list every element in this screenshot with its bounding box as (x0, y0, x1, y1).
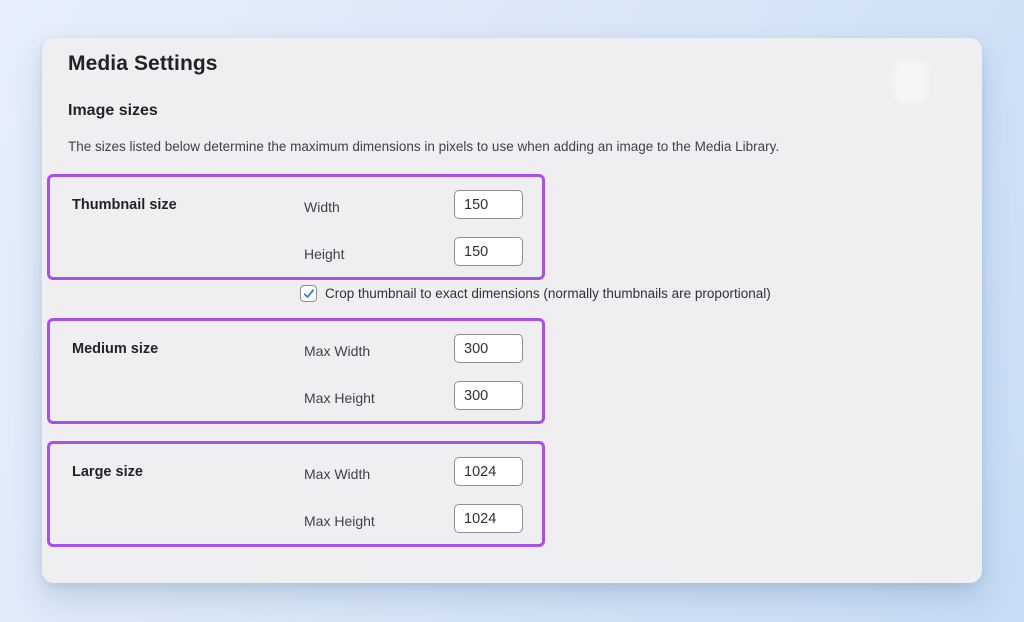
section-description: The sizes listed below determine the max… (68, 139, 779, 154)
media-settings-card: Media Settings Image sizes The sizes lis… (42, 38, 982, 583)
medium-max-height-input[interactable] (454, 381, 523, 410)
page-background: Media Settings Image sizes The sizes lis… (0, 0, 1024, 622)
medium-size-label: Medium size (72, 341, 158, 357)
large-size-label: Large size (72, 464, 143, 480)
crop-thumbnail-row: Crop thumbnail to exact dimensions (norm… (300, 283, 771, 303)
faded-watermark (893, 60, 927, 102)
checkmark-icon (303, 288, 315, 300)
medium-max-width-input[interactable] (454, 334, 523, 363)
thumbnail-size-group: Thumbnail size Width Height (47, 174, 545, 280)
section-heading-image-sizes: Image sizes (68, 102, 158, 120)
medium-max-height-label: Max Height (304, 390, 375, 406)
crop-checkbox-label: Crop thumbnail to exact dimensions (norm… (325, 286, 771, 301)
thumbnail-width-input[interactable] (454, 190, 523, 219)
thumbnail-size-label: Thumbnail size (72, 197, 177, 213)
medium-size-group: Medium size Max Width Max Height (47, 318, 545, 424)
thumbnail-height-label: Height (304, 246, 344, 262)
large-max-width-label: Max Width (304, 466, 370, 482)
medium-max-width-label: Max Width (304, 343, 370, 359)
large-max-width-input[interactable] (454, 457, 523, 486)
page-title: Media Settings (68, 52, 218, 76)
thumbnail-height-input[interactable] (454, 237, 523, 266)
large-max-height-label: Max Height (304, 513, 375, 529)
large-max-height-input[interactable] (454, 504, 523, 533)
crop-checkbox[interactable] (300, 285, 317, 302)
thumbnail-width-label: Width (304, 199, 340, 215)
large-size-group: Large size Max Width Max Height (47, 441, 545, 547)
